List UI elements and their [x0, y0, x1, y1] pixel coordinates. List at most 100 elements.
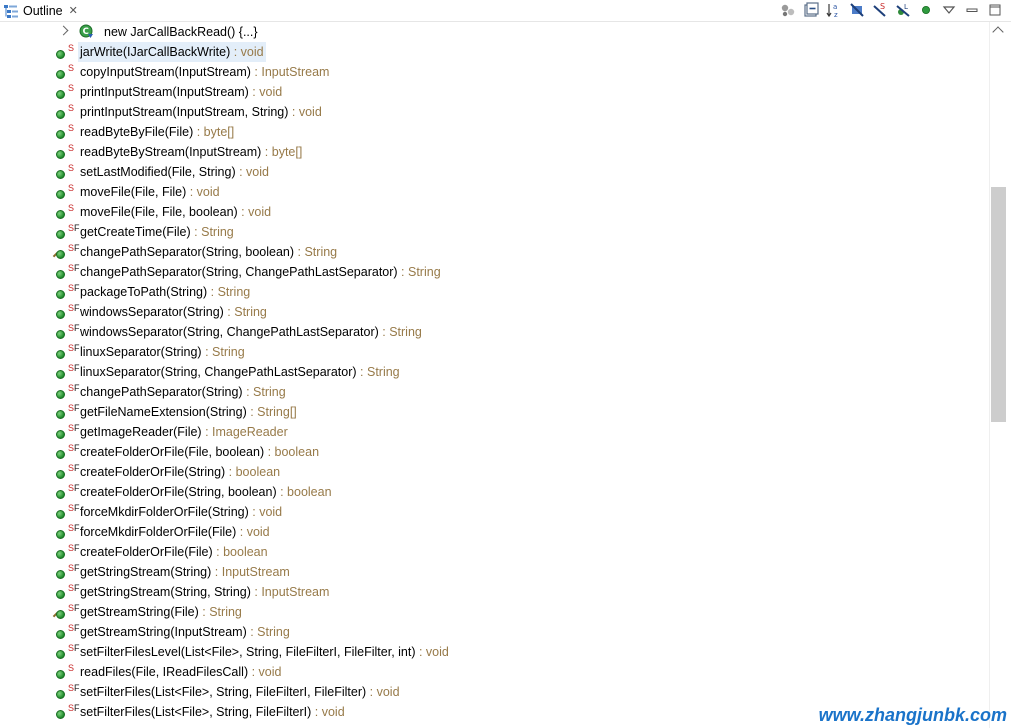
tree-row-method[interactable]: SF forceMkdirFolderOrFile(String) : void — [0, 502, 989, 522]
tree-row-method[interactable]: SF changePathSeparator(String, boolean) :… — [0, 242, 989, 262]
tree-row-method[interactable]: SF createFolderOrFile(String) : boolean — [0, 462, 989, 482]
tree-row-method[interactable]: SF forceMkdirFolderOrFile(File) : void — [0, 522, 989, 542]
method-name: getStreamString(File) — [80, 605, 199, 619]
method-name: setFilterFiles(List<File>, String, FileF… — [80, 685, 367, 699]
public-method-dot-icon — [56, 530, 65, 539]
return-type: : byte[] — [261, 145, 303, 159]
tree-row-method[interactable]: SF windowsSeparator(String, ChangePathLas… — [0, 322, 989, 342]
method-signature: getStringStream(String, String) : InputS… — [78, 582, 331, 602]
method-name: windowsSeparator(String) — [80, 305, 224, 319]
method-name: copyInputStream(InputStream) — [80, 65, 251, 79]
outline-icon — [3, 3, 19, 19]
modifier-marker: S — [68, 43, 75, 53]
method-name: getFileNameExtension(String) — [80, 405, 247, 419]
tree-row-method[interactable]: SreadFiles(File, IReadFilesCall) : void — [0, 662, 989, 682]
tree-row-method[interactable]: SF getStreamString(File) : String — [0, 602, 989, 622]
tree-row-method[interactable]: SF getFileNameExtension(String) : String[… — [0, 402, 989, 422]
method-signature: getStreamString(File) : String — [78, 602, 244, 622]
outline-tree[interactable]: C new JarCallBackRead() {...} SjarWrite(… — [0, 22, 989, 728]
return-type: : String — [207, 285, 251, 299]
public-method-dot-icon — [56, 430, 65, 439]
method-signature: getFileNameExtension(String) : String[] — [78, 402, 299, 422]
svg-text:S: S — [880, 2, 885, 11]
modifier-marker: S — [68, 143, 75, 153]
static-public-method-icon: S — [54, 663, 76, 680]
public-method-dot-icon — [56, 110, 65, 119]
method-name: createFolderOrFile(String, boolean) — [80, 485, 277, 499]
return-type: : void — [248, 85, 283, 99]
return-type: : String — [294, 245, 338, 259]
method-signature: readFiles(File, IReadFilesCall) : void — [78, 662, 283, 682]
hide-non-public-icon[interactable] — [780, 2, 796, 18]
tree-row-method[interactable]: SprintInputStream(InputStream) : void — [0, 82, 989, 102]
tree-row-method[interactable]: SmoveFile(File, File) : void — [0, 182, 989, 202]
tree-row-method[interactable]: SF changePathSeparator(String) : String — [0, 382, 989, 402]
sort-icon[interactable]: az — [826, 2, 842, 18]
static-final-public-method-icon: SF — [52, 243, 80, 261]
tree-row-method[interactable]: SF getStringStream(String, String) : Inpu… — [0, 582, 989, 602]
tree-row-method[interactable]: SF getStreamString(InputStream) : String — [0, 622, 989, 642]
tree-row-method[interactable]: SF setFilterFiles(List<File>, String, Fil… — [0, 682, 989, 702]
return-type: : void — [235, 165, 269, 179]
public-method-dot-icon — [56, 290, 65, 299]
tab-outline[interactable]: Outline ✕ — [0, 0, 84, 22]
static-final-public-method-icon: SF — [54, 623, 80, 640]
tree-row-method[interactable]: SF setFilterFilesLevel(List<File>, String… — [0, 642, 989, 662]
method-signature: windowsSeparator(String) : String — [78, 302, 269, 322]
static-final-public-method-icon: SF — [54, 423, 80, 440]
modifier-marker: S — [68, 103, 75, 113]
vertical-scrollbar[interactable] — [989, 22, 1008, 728]
method-name: forceMkdirFolderOrFile(File) — [80, 525, 237, 539]
return-type: : boolean — [276, 485, 332, 499]
tree-row-method[interactable]: SF linuxSeparator(String) : String — [0, 342, 989, 362]
tree-row-method[interactable]: SF windowsSeparator(String) : String — [0, 302, 989, 322]
tree-row-method[interactable]: SreadByteByStream(InputStream) : byte[] — [0, 142, 989, 162]
method-name: setLastModified(File, String) — [80, 165, 236, 179]
return-type: : String — [378, 325, 422, 339]
modifier-marker: S — [68, 123, 75, 133]
hide-non-public-members-icon[interactable]: L — [895, 2, 911, 18]
tree-row-method[interactable]: SsetLastModified(File, String) : void — [0, 162, 989, 182]
focus-active-icon[interactable] — [918, 2, 934, 18]
method-signature: linuxSeparator(String) : String — [78, 342, 247, 362]
tree-row-method[interactable]: SF createFolderOrFile(File, boolean) : bo… — [0, 442, 989, 462]
expand-chevron-icon[interactable] — [58, 25, 69, 36]
collapse-all-icon[interactable] — [803, 2, 819, 18]
scroll-thumb[interactable] — [991, 187, 1006, 422]
method-name: getStringStream(String, String) — [80, 585, 251, 599]
tree-row-anonymous-class[interactable]: C new JarCallBackRead() {...} — [0, 22, 989, 42]
modifier-marker: S — [68, 63, 75, 73]
tree-row-method[interactable]: SjarWrite(IJarCallBackWrite) : void — [0, 42, 989, 62]
tree-row-method[interactable]: SF getImageReader(File) : ImageReader — [0, 422, 989, 442]
static-final-public-method-icon: SF — [54, 303, 80, 320]
svg-text:a: a — [833, 3, 837, 11]
tree-row-method[interactable]: SF createFolderOrFile(File) : boolean — [0, 542, 989, 562]
tree-row-method[interactable]: SreadByteByFile(File) : byte[] — [0, 122, 989, 142]
minimize-icon[interactable] — [964, 2, 980, 18]
tree-row-method[interactable]: SF getStringStream(String) : InputStream — [0, 562, 989, 582]
tree-row-method[interactable]: SprintInputStream(InputStream, String) :… — [0, 102, 989, 122]
return-type: : void — [237, 205, 272, 219]
return-type: : ImageReader — [201, 425, 288, 439]
public-method-dot-icon — [56, 570, 65, 579]
method-name: windowsSeparator(String, ChangePathLastS… — [80, 325, 379, 339]
tree-row-method[interactable]: SF changePathSeparator(String, ChangePath… — [0, 262, 989, 282]
method-signature: readByteByStream(InputStream) : byte[] — [78, 142, 304, 162]
tree-row-method[interactable]: ScopyInputStream(InputStream) : InputStr… — [0, 62, 989, 82]
tree-row-method[interactable]: SmoveFile(File, File, boolean) : void — [0, 202, 989, 222]
tree-row-method[interactable]: SF createFolderOrFile(String, boolean) : … — [0, 482, 989, 502]
method-signature: printInputStream(InputStream, String) : … — [78, 102, 324, 122]
close-icon[interactable]: ✕ — [69, 5, 78, 17]
public-method-dot-icon — [56, 510, 65, 519]
tree-row-method[interactable]: SF getCreateTime(File) : String — [0, 222, 989, 242]
tree-row-method[interactable]: SF linuxSeparator(String, ChangePathLastS… — [0, 362, 989, 382]
hide-static-icon[interactable]: S — [872, 2, 888, 18]
view-menu-icon[interactable] — [941, 2, 957, 18]
return-type: : String — [246, 625, 290, 639]
maximize-icon[interactable] — [987, 2, 1003, 18]
return-type: : String[] — [246, 405, 297, 419]
return-type: : void — [366, 685, 400, 699]
tree-row-method[interactable]: SF packageToPath(String) : String — [0, 282, 989, 302]
scroll-up-arrow-icon[interactable] — [992, 26, 1004, 38]
hide-fields-icon[interactable] — [849, 2, 865, 18]
